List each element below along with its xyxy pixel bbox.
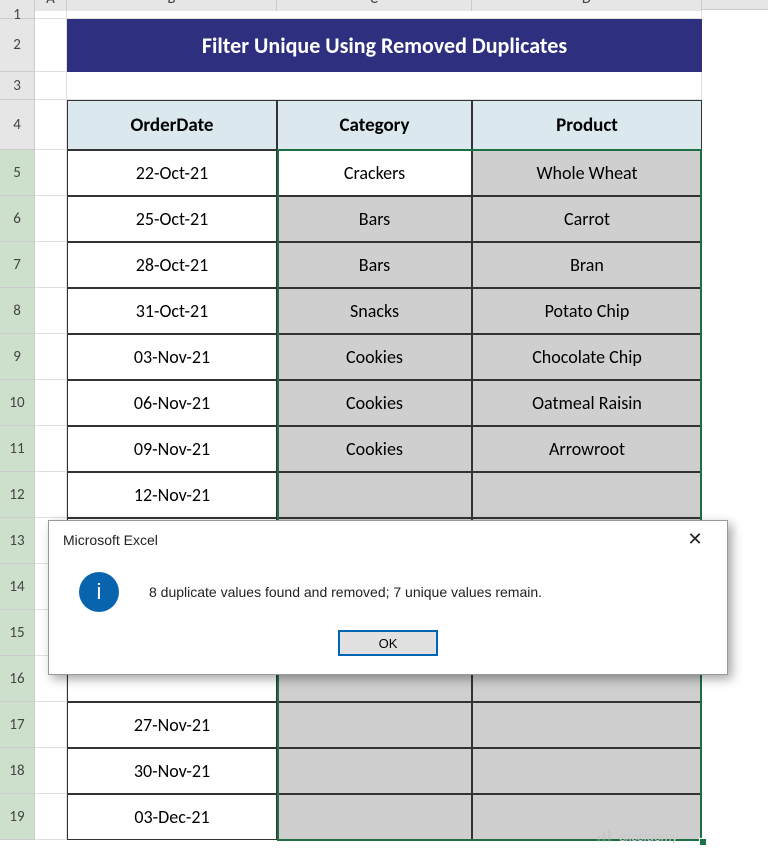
cell-b5[interactable]: 22-Oct-21 — [67, 150, 277, 196]
cell-a9[interactable] — [35, 334, 67, 380]
cell-b11[interactable]: 09-Nov-21 — [67, 426, 277, 472]
cell-d6[interactable]: Carrot — [472, 196, 702, 242]
cell-d10[interactable]: Oatmeal Raisin — [472, 380, 702, 426]
spacer-3[interactable] — [67, 72, 702, 100]
cell-c6[interactable]: Bars — [277, 196, 472, 242]
column-headers: A B C D — [0, 0, 768, 10]
cell-c11[interactable]: Cookies — [277, 426, 472, 472]
row-header-15[interactable]: 15 — [0, 610, 34, 656]
header-category[interactable]: Category — [277, 100, 472, 150]
cell-a6[interactable] — [35, 196, 67, 242]
cell-b7[interactable]: 28-Oct-21 — [67, 242, 277, 288]
cell-a12[interactable] — [35, 472, 67, 518]
row-header-5[interactable]: 5 — [0, 150, 34, 196]
row-header-10[interactable]: 10 — [0, 380, 34, 426]
cell-b6[interactable]: 25-Oct-21 — [67, 196, 277, 242]
row-header-19[interactable]: 19 — [0, 794, 34, 840]
cell-c9[interactable]: Cookies — [277, 334, 472, 380]
row-header-14[interactable]: 14 — [0, 564, 34, 610]
title-cell: Filter Unique Using Removed Duplicates — [67, 19, 702, 72]
chart-icon — [595, 827, 613, 845]
cell-d11[interactable]: Arrowroot — [472, 426, 702, 472]
row-header-9[interactable]: 9 — [0, 334, 34, 380]
row-header-6[interactable]: 6 — [0, 196, 34, 242]
spacer-1[interactable] — [67, 11, 702, 19]
cell-a4[interactable] — [35, 100, 67, 150]
cell-b8[interactable]: 31-Oct-21 — [67, 288, 277, 334]
cell-c7[interactable]: Bars — [277, 242, 472, 288]
cell-a10[interactable] — [35, 380, 67, 426]
row-header-8[interactable]: 8 — [0, 288, 34, 334]
cell-a3[interactable] — [35, 72, 67, 100]
cell-b19[interactable]: 03-Dec-21 — [67, 794, 277, 840]
ok-button[interactable]: OK — [338, 630, 438, 656]
cell-b17[interactable]: 27-Nov-21 — [67, 702, 277, 748]
col-header-a[interactable]: A — [35, 0, 67, 11]
col-header-b[interactable]: B — [67, 0, 277, 11]
dialog-buttons: OK — [49, 626, 727, 674]
row-header-12[interactable]: 12 — [0, 472, 34, 518]
cell-c8[interactable]: Snacks — [277, 288, 472, 334]
cell-a8[interactable] — [35, 288, 67, 334]
cell-a5[interactable] — [35, 150, 67, 196]
row-header-1[interactable]: 1 — [0, 11, 34, 19]
cell-d17[interactable] — [472, 702, 702, 748]
header-product[interactable]: Product — [472, 100, 702, 150]
cell-d5[interactable]: Whole Wheat — [472, 150, 702, 196]
row-header-13[interactable]: 13 — [0, 518, 34, 564]
dialog-titlebar[interactable]: Microsoft Excel ✕ — [49, 521, 727, 554]
cell-a1[interactable] — [35, 11, 67, 19]
cell-c5[interactable]: Crackers — [277, 150, 472, 196]
row-headers: 12345678910111213141516171819 — [0, 11, 35, 840]
close-icon[interactable]: ✕ — [675, 529, 715, 550]
cell-a17[interactable] — [35, 702, 67, 748]
cell-d7[interactable]: Bran — [472, 242, 702, 288]
selection-fill-handle[interactable] — [699, 838, 707, 846]
row-header-11[interactable]: 11 — [0, 426, 34, 472]
header-orderdate[interactable]: OrderDate — [67, 100, 277, 150]
watermark: exceldemy — [595, 827, 678, 845]
cell-d18[interactable] — [472, 748, 702, 794]
dialog-body: i 8 duplicate values found and removed; … — [49, 554, 727, 626]
cell-b9[interactable]: 03-Nov-21 — [67, 334, 277, 380]
cell-a18[interactable] — [35, 748, 67, 794]
cell-c17[interactable] — [277, 702, 472, 748]
cell-b12[interactable]: 12-Nov-21 — [67, 472, 277, 518]
cell-c19[interactable] — [277, 794, 472, 840]
row-header-7[interactable]: 7 — [0, 242, 34, 288]
cell-d9[interactable]: Chocolate Chip — [472, 334, 702, 380]
info-icon: i — [79, 572, 119, 612]
col-header-c[interactable]: C — [277, 0, 472, 11]
row-header-17[interactable]: 17 — [0, 702, 34, 748]
row-header-4[interactable]: 4 — [0, 100, 34, 150]
cell-d12[interactable] — [472, 472, 702, 518]
message-dialog: Microsoft Excel ✕ i 8 duplicate values f… — [48, 520, 728, 675]
cell-c12[interactable] — [277, 472, 472, 518]
cell-b18[interactable]: 30-Nov-21 — [67, 748, 277, 794]
row-header-3[interactable]: 3 — [0, 72, 34, 100]
cell-c18[interactable] — [277, 748, 472, 794]
cell-b10[interactable]: 06-Nov-21 — [67, 380, 277, 426]
row-header-16[interactable]: 16 — [0, 656, 34, 702]
cell-a11[interactable] — [35, 426, 67, 472]
col-header-d[interactable]: D — [472, 0, 702, 11]
cell-a2[interactable] — [35, 19, 67, 72]
row-header-18[interactable]: 18 — [0, 748, 34, 794]
row-header-2[interactable]: 2 — [0, 19, 34, 72]
grid-area[interactable]: Filter Unique Using Removed Duplicates Or… — [35, 11, 768, 840]
cell-c10[interactable]: Cookies — [277, 380, 472, 426]
cell-a7[interactable] — [35, 242, 67, 288]
cell-a19[interactable] — [35, 794, 67, 840]
dialog-title: Microsoft Excel — [63, 532, 158, 548]
spreadsheet: A B C D 12345678910111213141516171819 Fi… — [0, 0, 768, 857]
dialog-message: 8 duplicate values found and removed; 7 … — [149, 584, 542, 600]
cell-d8[interactable]: Potato Chip — [472, 288, 702, 334]
